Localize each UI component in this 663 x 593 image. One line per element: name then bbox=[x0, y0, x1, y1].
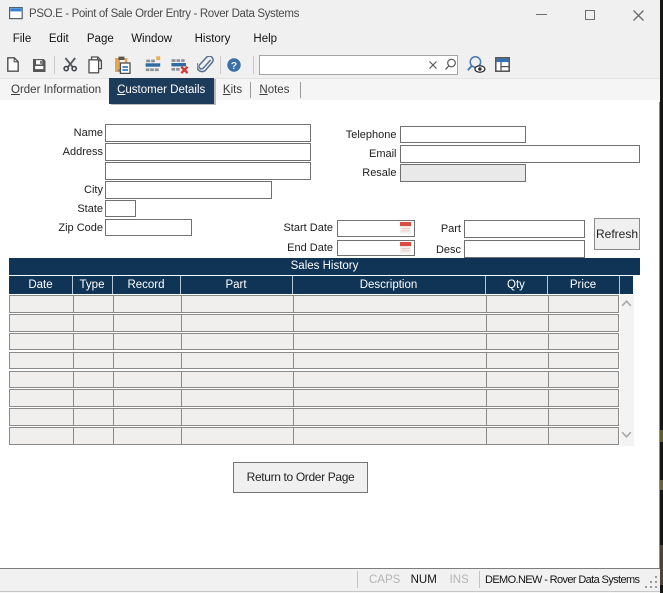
svg-text:?: ? bbox=[231, 60, 237, 72]
